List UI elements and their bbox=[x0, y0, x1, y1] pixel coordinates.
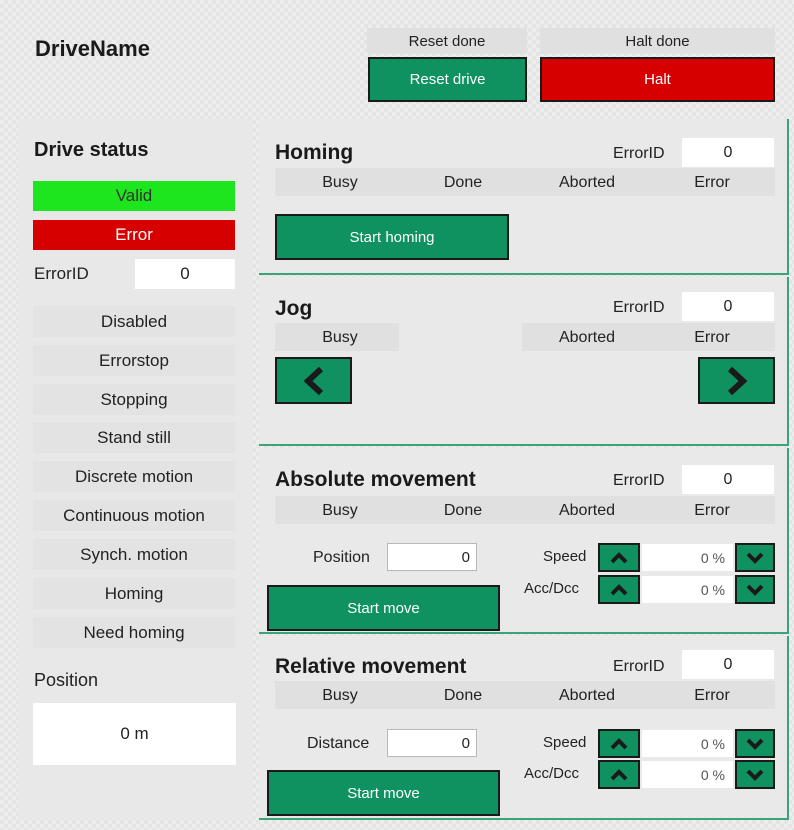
homing-title: Homing bbox=[275, 141, 354, 164]
relative-busy-flag: Busy bbox=[322, 687, 358, 704]
status-errorid-label: ErrorID bbox=[34, 264, 89, 283]
jog-right-button[interactable] bbox=[698, 357, 775, 404]
jog-error-flag: Error bbox=[694, 329, 730, 346]
jog-aborted-flag: Aborted bbox=[558, 329, 616, 346]
chevron-up-icon bbox=[610, 551, 628, 563]
drive-status-title: Drive status bbox=[34, 139, 149, 161]
state-synch-motion: Synch. motion bbox=[33, 539, 235, 570]
halt-button[interactable]: Halt bbox=[540, 57, 775, 102]
absolute-speed-value: 0 % bbox=[642, 544, 733, 571]
chevron-up-icon bbox=[610, 768, 628, 780]
reset-drive-button[interactable]: Reset drive bbox=[368, 57, 527, 102]
relative-errorid-label: ErrorID bbox=[613, 658, 665, 675]
halt-done-indicator: Halt done bbox=[540, 28, 775, 54]
state-stand-still: Stand still bbox=[33, 422, 235, 453]
absolute-error-flag: Error bbox=[694, 502, 730, 519]
relative-error-flag: Error bbox=[694, 687, 730, 704]
homing-errorid-label: ErrorID bbox=[613, 145, 665, 162]
position-label: Position bbox=[34, 670, 99, 690]
homing-errorid-value: 0 bbox=[682, 138, 774, 167]
relative-acc-down-button[interactable] bbox=[735, 760, 775, 789]
relative-errorid-value: 0 bbox=[682, 650, 774, 679]
chevron-down-icon bbox=[746, 584, 764, 596]
relative-speed-value: 0 % bbox=[642, 730, 733, 757]
relative-speed-down-button[interactable] bbox=[735, 729, 775, 758]
absolute-speed-label: Speed bbox=[543, 548, 587, 565]
absolute-speed-down-button[interactable] bbox=[735, 543, 775, 572]
absolute-aborted-flag: Aborted bbox=[558, 502, 616, 519]
absolute-acc-up-button[interactable] bbox=[598, 575, 640, 604]
valid-indicator: Valid bbox=[33, 181, 235, 211]
absolute-speed-up-button[interactable] bbox=[598, 543, 640, 572]
relative-distance-label: Distance bbox=[307, 735, 370, 752]
absolute-position-label: Position bbox=[313, 549, 370, 566]
absolute-title: Absolute movement bbox=[275, 468, 476, 491]
state-stopping: Stopping bbox=[33, 384, 235, 415]
jog-title: Jog bbox=[275, 297, 313, 320]
jog-left-button[interactable] bbox=[275, 357, 352, 404]
chevron-up-icon bbox=[610, 737, 628, 749]
relative-speed-label: Speed bbox=[543, 734, 587, 751]
drive-name-title: DriveName bbox=[35, 36, 150, 61]
absolute-start-move-button[interactable]: Start move bbox=[267, 585, 500, 631]
homing-busy-flag: Busy bbox=[322, 174, 358, 191]
relative-aborted-flag: Aborted bbox=[558, 687, 616, 704]
relative-done-flag: Done bbox=[443, 687, 483, 704]
position-value: 0 m bbox=[33, 703, 236, 765]
absolute-busy-flag: Busy bbox=[322, 502, 358, 519]
absolute-position-input[interactable]: 0 bbox=[387, 543, 477, 571]
state-discrete-motion: Discrete motion bbox=[33, 461, 235, 492]
absolute-acc-value: 0 % bbox=[642, 576, 733, 603]
absolute-acc-down-button[interactable] bbox=[735, 575, 775, 604]
absolute-done-flag: Done bbox=[443, 502, 483, 519]
relative-speed-up-button[interactable] bbox=[598, 729, 640, 758]
chevron-right-icon bbox=[727, 366, 747, 395]
homing-aborted-flag: Aborted bbox=[558, 174, 616, 191]
relative-acc-value: 0 % bbox=[642, 761, 733, 788]
relative-start-move-button[interactable]: Start move bbox=[267, 770, 500, 816]
absolute-acc-label: Acc/Dcc bbox=[524, 580, 580, 597]
status-errorid-value: 0 bbox=[135, 259, 235, 289]
state-need-homing: Need homing bbox=[33, 617, 235, 648]
state-homing: Homing bbox=[33, 578, 235, 609]
relative-acc-up-button[interactable] bbox=[598, 760, 640, 789]
relative-acc-label: Acc/Dcc bbox=[524, 765, 580, 782]
relative-distance-input[interactable]: 0 bbox=[387, 729, 477, 757]
chevron-down-icon bbox=[746, 738, 764, 750]
homing-error-flag: Error bbox=[694, 174, 730, 191]
absolute-errorid-label: ErrorID bbox=[613, 472, 665, 489]
chevron-down-icon bbox=[746, 552, 764, 564]
relative-title: Relative movement bbox=[275, 655, 467, 678]
jog-errorid-label: ErrorID bbox=[613, 299, 665, 316]
reset-done-indicator: Reset done bbox=[367, 28, 527, 54]
chevron-up-icon bbox=[610, 583, 628, 595]
chevron-left-icon bbox=[303, 366, 323, 395]
homing-done-flag: Done bbox=[443, 174, 483, 191]
state-disabled: Disabled bbox=[33, 306, 235, 337]
jog-busy-flag: Busy bbox=[322, 329, 358, 346]
state-errorstop: Errorstop bbox=[33, 345, 235, 376]
state-continuous-motion: Continuous motion bbox=[33, 500, 235, 531]
start-homing-button[interactable]: Start homing bbox=[275, 214, 509, 260]
error-indicator: Error bbox=[33, 220, 235, 250]
absolute-errorid-value: 0 bbox=[682, 465, 774, 494]
chevron-down-icon bbox=[746, 769, 764, 781]
jog-errorid-value: 0 bbox=[682, 292, 774, 321]
